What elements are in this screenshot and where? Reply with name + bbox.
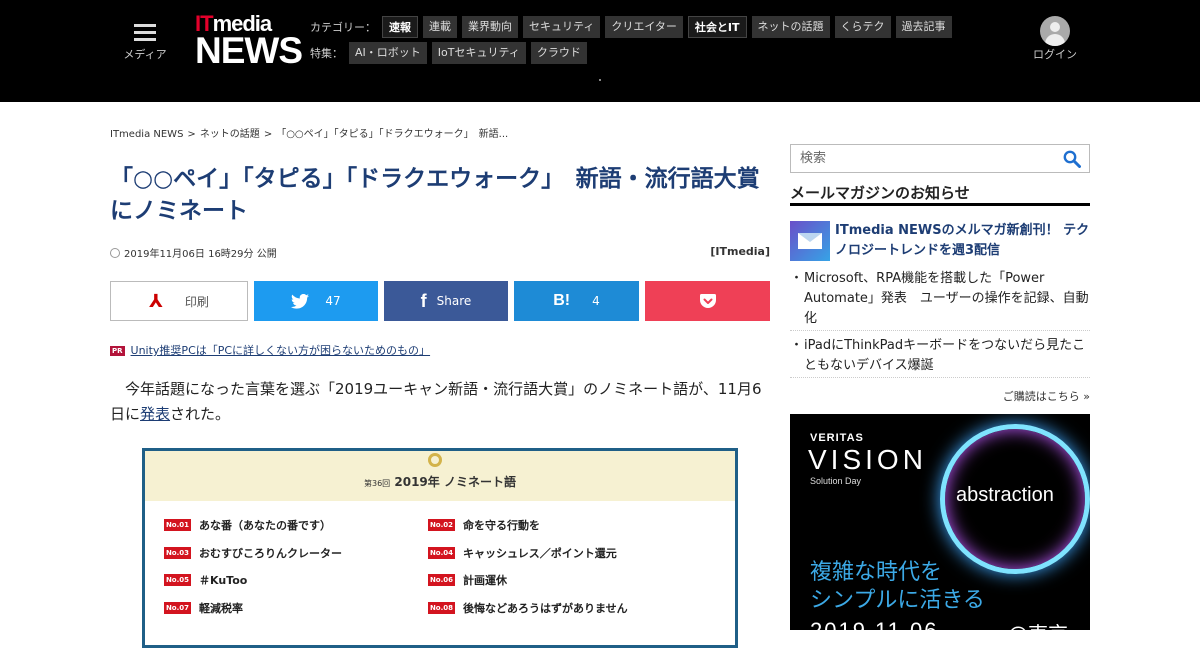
print-label: 印刷 — [184, 294, 209, 309]
nominee-item: No.01 あな番（あなたの番です） — [164, 519, 331, 532]
hamburger-icon — [134, 24, 156, 45]
media-menu-button[interactable]: メディア — [122, 20, 168, 64]
user-avatar-icon — [1040, 16, 1070, 46]
newsletter-subscribe-link[interactable]: ご購読はこちら » — [790, 388, 1090, 404]
ad-ring-text: abstraction — [956, 484, 1054, 506]
breadcrumb: ITmedia NEWS > ネットの話題 > 「○○ペイ」「タピる」「ドラクエウォーク… — [110, 125, 770, 140]
site-header: メディア ITmedia NEWS カテゴリー： 速報 連載 業界動向 セキュリ… — [0, 0, 1200, 102]
facebook-f-icon: f — [420, 290, 427, 311]
figure-title: 第36回 2019年 ノミネート語 — [364, 475, 516, 489]
facebook-share-label: Share — [436, 294, 472, 308]
newsletter-item[interactable]: iPadにThinkPadキーボードをつないだら見たこともないデバイス爆誕 — [790, 336, 1090, 378]
pr-badge: PR — [110, 346, 125, 356]
breadcrumb-separator: > — [187, 129, 196, 140]
nominee-item: No.08 後悔などあろうはずがありません — [428, 602, 628, 615]
login-label: ログイン — [1033, 48, 1077, 61]
category-chip-rensai[interactable]: 連載 — [423, 16, 457, 38]
nominee-item: No.02 命を守る行動を — [428, 519, 540, 532]
category-chip-sokuho[interactable]: 速報 — [382, 16, 418, 38]
feature-chip-iot-security[interactable]: IoTセキュリティ — [431, 42, 526, 64]
newsletter-item[interactable]: Microsoft、RPA機能を搭載した「Power Automate」発表 ユ… — [790, 269, 1090, 331]
facebook-share-button[interactable]: f Share — [384, 281, 508, 321]
ad-copy-line2: シンプルに活きる — [810, 588, 985, 613]
ad-title: VISION — [808, 444, 927, 475]
header-divider-dot — [599, 79, 601, 81]
category-chip-creator[interactable]: クリエイター — [605, 16, 683, 38]
clock-icon — [110, 248, 120, 258]
veritas-ad-banner[interactable]: VERITAS VISION Solution Day abstraction … — [790, 414, 1090, 630]
category-nav: カテゴリー： 速報 連載 業界動向 セキュリティ クリエイター 社会とIT ネッ… — [310, 16, 957, 38]
article-body-paragraph: 今年話題になった言葉を選ぶ「2019ユーキャン新語・流行語大賞」のノミネート語が… — [110, 380, 762, 423]
pdf-print-icon: ⅄ — [149, 290, 163, 312]
newsletter-heading: メールマガジンのお知らせ — [790, 182, 1090, 206]
announcement-link[interactable]: 発表 — [140, 405, 170, 423]
figure-header: 第36回 2019年 ノミネート語 — [145, 451, 735, 501]
twitter-share-button[interactable]: 47 — [254, 281, 378, 321]
newsletter-envelope-icon — [790, 221, 830, 261]
hatena-bookmark-count: 4 — [592, 294, 600, 308]
feature-chip-cloud[interactable]: クラウド — [530, 42, 587, 64]
breadcrumb-home[interactable]: ITmedia NEWS — [110, 129, 183, 140]
breadcrumb-current: 「○○ペイ」「タピる」「ドラクエウォーク」 新語... — [276, 129, 509, 140]
print-button[interactable]: ⅄ 印刷 — [110, 281, 248, 321]
nominee-item: No.05 ＃KuToo — [164, 574, 248, 587]
itmedia-news-logo[interactable]: ITmedia NEWS — [195, 11, 303, 71]
search-icon[interactable] — [1063, 150, 1081, 168]
article-title: 「○○ペイ」「タピる」「ドラクエウォーク」 新語・流行語大賞にノミネート — [110, 166, 760, 224]
pr-link-row: PR Unity推奨PCは「PCに詳しくない方が困らないためのもの」 — [110, 342, 430, 358]
category-chip-gyokai[interactable]: 業界動向 — [462, 16, 518, 38]
logo-news: NEWS — [195, 30, 303, 71]
article-meta: 2019年11月06日 16時29分 公開 [ITmedia] — [110, 245, 770, 260]
nominee-item: No.06 計画運休 — [428, 574, 507, 587]
medal-icon — [428, 453, 442, 471]
search-box — [790, 144, 1090, 173]
category-chip-archive[interactable]: 過去記事 — [895, 16, 952, 38]
category-chip-society-it[interactable]: 社会とIT — [687, 16, 747, 38]
pocket-icon — [699, 293, 716, 309]
pr-link[interactable]: Unity推奨PCは「PCに詳しくない方が困らないためのもの」 — [131, 344, 431, 357]
nominee-item: No.03 おむすびころりんクレーター — [164, 547, 342, 560]
twitter-share-count: 47 — [325, 294, 341, 308]
nominee-item: No.04 キャッシュレス／ポイント還元 — [428, 547, 617, 560]
ad-brand: VERITAS — [810, 432, 864, 444]
category-label: カテゴリー： — [310, 21, 376, 34]
pocket-save-button[interactable] — [645, 281, 770, 321]
newsletter-feature-link[interactable]: ITmedia NEWSのメルマガ新創刊！ テクノロジートレンドを週3配信 — [835, 221, 1090, 261]
hatena-bookmark-button[interactable]: B! 4 — [514, 281, 639, 321]
feature-chip-ai-robot[interactable]: AI・ロボット — [349, 42, 427, 64]
ad-venue: @東京 — [1008, 618, 1068, 630]
nominee-figure[interactable]: 第36回 2019年 ノミネート語 No.01 あな番（あなたの番です） No.0… — [142, 448, 738, 648]
feature-nav: 特集： AI・ロボット IoTセキュリティ クラウド — [310, 42, 592, 64]
category-chip-net-topics[interactable]: ネットの話題 — [751, 16, 830, 38]
feature-label: 特集： — [310, 47, 343, 60]
publish-date: 2019年11月06日 16時29分 公開 — [124, 249, 277, 260]
media-menu-label: メディア — [123, 48, 167, 61]
twitter-bird-icon — [291, 293, 310, 309]
newsletter-feature[interactable]: ITmedia NEWSのメルマガ新創刊！ テクノロジートレンドを週3配信 — [790, 221, 1090, 263]
hatena-b-icon: B! — [553, 292, 571, 309]
category-chip-kuratech[interactable]: くらテク — [834, 16, 891, 38]
article-source: [ITmedia] — [710, 245, 770, 258]
breadcrumb-separator: > — [263, 129, 273, 140]
ad-date: 2019.11.06 — [810, 618, 938, 630]
breadcrumb-net-topics[interactable]: ネットの話題 — [200, 129, 260, 140]
ad-subtitle: Solution Day — [810, 476, 862, 486]
search-input[interactable] — [791, 145, 1051, 172]
nominee-item: No.07 軽減税率 — [164, 602, 243, 615]
category-chip-security[interactable]: セキュリティ — [523, 16, 601, 38]
